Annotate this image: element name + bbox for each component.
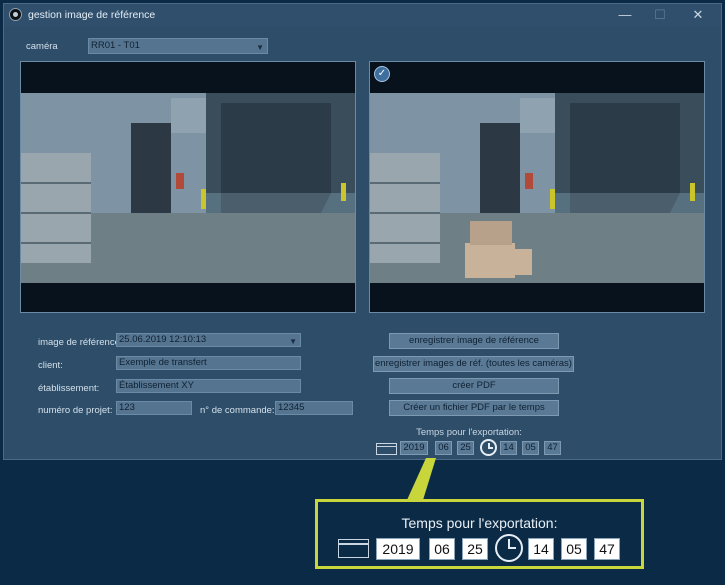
export-time-callout: Temps pour l'exportation: 2019 06 25 14 … bbox=[315, 499, 644, 569]
callout-minute: 05 bbox=[561, 538, 587, 560]
callout-export-title: Temps pour l'exportation: bbox=[401, 515, 558, 531]
clock-icon bbox=[495, 534, 523, 562]
callout-day: 25 bbox=[462, 538, 488, 560]
callout-second: 47 bbox=[594, 538, 620, 560]
callout-pointer bbox=[407, 458, 436, 500]
calendar-icon bbox=[338, 539, 369, 558]
callout-hour: 14 bbox=[528, 538, 554, 560]
callout-month: 06 bbox=[429, 538, 455, 560]
callout-year: 2019 bbox=[376, 538, 420, 560]
